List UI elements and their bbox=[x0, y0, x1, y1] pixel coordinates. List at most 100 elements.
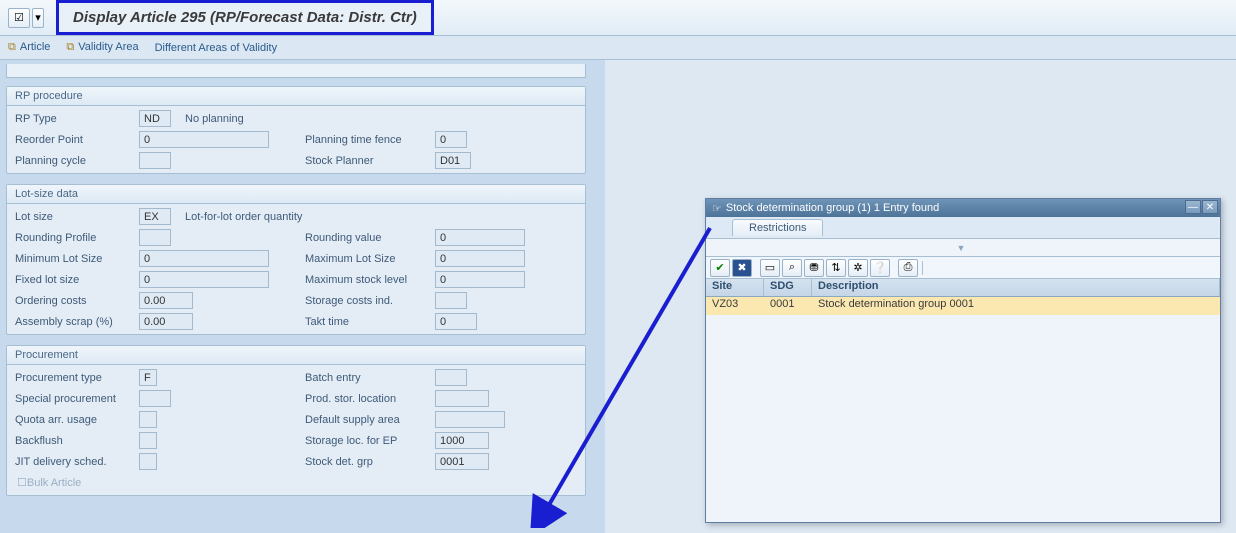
rp-type-label: RP Type bbox=[11, 113, 139, 125]
jit-field[interactable] bbox=[139, 453, 157, 470]
special-proc-label: Special procurement bbox=[11, 393, 139, 405]
group-title-lot: Lot-size data bbox=[7, 185, 585, 204]
quota-label: Quota arr. usage bbox=[11, 414, 139, 426]
proc-type-label: Procurement type bbox=[11, 372, 139, 384]
form-pane: RP procedure RP Type ND No planning Reor… bbox=[0, 60, 605, 533]
validity-icon: ⧉ bbox=[66, 41, 74, 53]
col-site[interactable]: Site bbox=[706, 279, 764, 296]
rp-type-field[interactable]: ND bbox=[139, 110, 171, 127]
assembly-scrap-label: Assembly scrap (%) bbox=[11, 316, 139, 328]
filter-button[interactable]: ⛃ bbox=[804, 259, 824, 277]
assembly-scrap-field[interactable]: 0.00 bbox=[139, 313, 193, 330]
cell-site: VZ03 bbox=[706, 297, 764, 315]
col-description[interactable]: Description bbox=[812, 279, 1220, 296]
group-procurement: Procurement Procurement type F Batch ent… bbox=[6, 345, 586, 496]
accept-button[interactable]: ✔ bbox=[710, 259, 730, 277]
proc-type-field[interactable]: F bbox=[139, 369, 157, 386]
jit-label: JIT delivery sched. bbox=[11, 456, 139, 468]
min-lot-label: Minimum Lot Size bbox=[11, 253, 139, 265]
popup-title-text: Stock determination group (1) 1 Entry fo… bbox=[726, 202, 939, 214]
popup-icon: ☞ bbox=[712, 202, 722, 215]
plan-fence-field[interactable]: 0 bbox=[435, 131, 467, 148]
restrictions-tab[interactable]: Restrictions bbox=[732, 219, 823, 236]
storage-costs-label: Storage costs ind. bbox=[305, 295, 435, 307]
group-title-rp: RP procedure bbox=[7, 87, 585, 106]
restrictions-collapse[interactable]: ▼ bbox=[706, 239, 1220, 257]
page-title: Display Article 295 (RP/Forecast Data: D… bbox=[56, 0, 434, 35]
batch-entry-field[interactable] bbox=[435, 369, 467, 386]
popup-table-row[interactable]: VZ03 0001 Stock determination group 0001 bbox=[706, 297, 1220, 315]
group-rp-procedure: RP procedure RP Type ND No planning Reor… bbox=[6, 86, 586, 174]
ordering-costs-field[interactable]: 0.00 bbox=[139, 292, 193, 309]
help-button[interactable]: ❔ bbox=[870, 259, 890, 277]
stock-det-grp-label: Stock det. grp bbox=[305, 456, 435, 468]
minimize-button[interactable]: — bbox=[1185, 200, 1201, 214]
title-bar: ☑ ▾ Display Article 295 (RP/Forecast Dat… bbox=[0, 0, 1236, 36]
fixed-lot-label: Fixed lot size bbox=[11, 274, 139, 286]
lot-size-field[interactable]: EX bbox=[139, 208, 171, 225]
default-supply-field[interactable] bbox=[435, 411, 505, 428]
batch-entry-label: Batch entry bbox=[305, 372, 435, 384]
prod-stor-label: Prod. stor. location bbox=[305, 393, 435, 405]
cell-desc: Stock determination group 0001 bbox=[812, 297, 1220, 315]
popup-titlebar[interactable]: ☞ Stock determination group (1) 1 Entry … bbox=[706, 199, 1220, 217]
new-button[interactable]: ▭ bbox=[760, 259, 780, 277]
max-stock-field[interactable]: 0 bbox=[435, 271, 525, 288]
stock-det-group-popup: ☞ Stock determination group (1) 1 Entry … bbox=[705, 198, 1221, 523]
prod-stor-field[interactable] bbox=[435, 390, 489, 407]
rounding-profile-label: Rounding Profile bbox=[11, 232, 139, 244]
article-icon: ⧉ bbox=[8, 41, 16, 53]
max-lot-label: Maximum Lot Size bbox=[305, 253, 435, 265]
ordering-costs-label: Ordering costs bbox=[11, 295, 139, 307]
rounding-value-field[interactable]: 0 bbox=[435, 229, 525, 246]
max-lot-field[interactable]: 0 bbox=[435, 250, 525, 267]
app-toolbar: ⧉Article ⧉Validity Area Different Areas … bbox=[0, 36, 1236, 60]
stock-planner-label: Stock Planner bbox=[305, 155, 435, 167]
group-title-proc: Procurement bbox=[7, 346, 585, 365]
default-supply-label: Default supply area bbox=[305, 414, 435, 426]
options-button[interactable]: ☑ bbox=[8, 8, 30, 28]
diff-areas-link[interactable]: Different Areas of Validity bbox=[155, 42, 278, 54]
fixed-lot-field[interactable]: 0 bbox=[139, 271, 269, 288]
col-sdg[interactable]: SDG bbox=[764, 279, 812, 296]
takt-time-label: Takt time bbox=[305, 316, 435, 328]
reorder-point-field[interactable]: 0 bbox=[139, 131, 269, 148]
validity-area-link[interactable]: ⧉Validity Area bbox=[66, 41, 138, 54]
storage-costs-field[interactable] bbox=[435, 292, 467, 309]
backflush-label: Backflush bbox=[11, 435, 139, 447]
lot-size-label: Lot size bbox=[11, 211, 139, 223]
special-proc-field[interactable] bbox=[139, 390, 171, 407]
dropdown-toggle[interactable]: ▾ bbox=[32, 8, 44, 28]
cell-sdg: 0001 bbox=[764, 297, 812, 315]
article-link[interactable]: ⧉Article bbox=[8, 41, 50, 54]
quota-field[interactable] bbox=[139, 411, 157, 428]
max-stock-label: Maximum stock level bbox=[305, 274, 435, 286]
bulk-article-checkbox: ☐ bbox=[17, 476, 27, 489]
popup-toolbar: ✔ ✖ ▭ ⌕ ⛃ ⇅ ✲ ❔ ⎙ bbox=[706, 257, 1220, 279]
rp-type-desc: No planning bbox=[185, 113, 244, 125]
storage-ep-label: Storage loc. for EP bbox=[305, 435, 435, 447]
popup-table-body bbox=[706, 315, 1220, 522]
close-button[interactable]: ✕ bbox=[1202, 200, 1218, 214]
collapsed-header bbox=[6, 64, 586, 78]
stock-det-grp-field[interactable]: 0001 bbox=[435, 453, 489, 470]
find-button[interactable]: ⌕ bbox=[782, 259, 802, 277]
backflush-field[interactable] bbox=[139, 432, 157, 449]
popup-table-header: Site SDG Description bbox=[706, 279, 1220, 297]
takt-time-field[interactable]: 0 bbox=[435, 313, 477, 330]
bulk-article-label: Bulk Article bbox=[27, 477, 81, 489]
planning-cycle-label: Planning cycle bbox=[11, 155, 139, 167]
group-lot-size: Lot-size data Lot size EX Lot-for-lot or… bbox=[6, 184, 586, 335]
min-lot-field[interactable]: 0 bbox=[139, 250, 269, 267]
cancel-popup-button[interactable]: ✖ bbox=[732, 259, 752, 277]
popup-tabbar: Restrictions bbox=[706, 217, 1220, 239]
lot-size-desc: Lot-for-lot order quantity bbox=[185, 211, 302, 223]
storage-ep-field[interactable]: 1000 bbox=[435, 432, 489, 449]
reorder-point-label: Reorder Point bbox=[11, 134, 139, 146]
sort-button[interactable]: ⇅ bbox=[826, 259, 846, 277]
planning-cycle-field[interactable] bbox=[139, 152, 171, 169]
rounding-profile-field[interactable] bbox=[139, 229, 171, 246]
print-button[interactable]: ⎙ bbox=[898, 259, 918, 277]
settings-button[interactable]: ✲ bbox=[848, 259, 868, 277]
stock-planner-field[interactable]: D01 bbox=[435, 152, 471, 169]
